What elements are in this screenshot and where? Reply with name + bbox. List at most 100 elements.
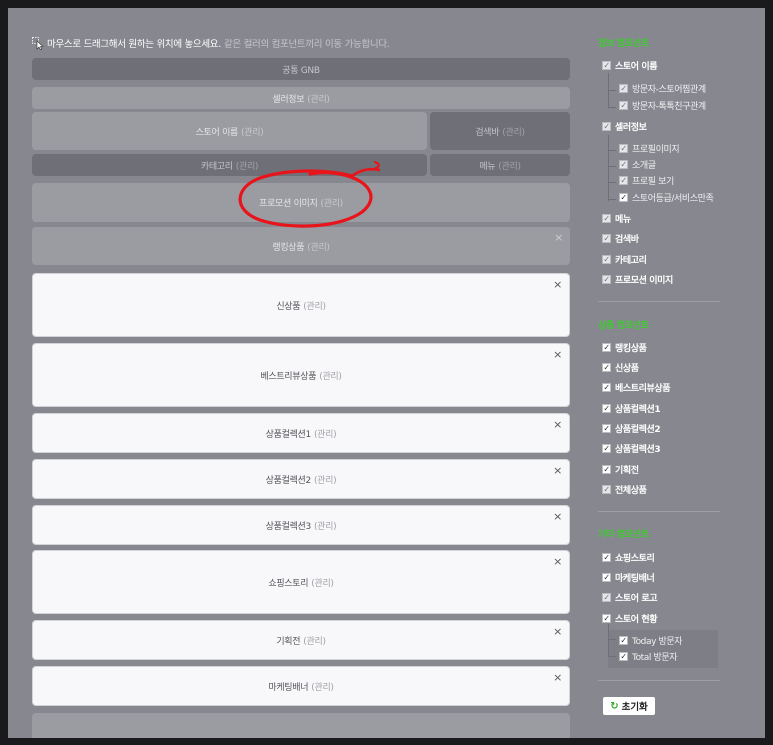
- manage-link[interactable]: (관리): [314, 519, 337, 532]
- checkbox-new[interactable]: ✓ 신상품: [602, 361, 639, 374]
- checkbox-all-products[interactable]: ✓ 전체상품: [602, 483, 647, 496]
- close-icon[interactable]: ×: [553, 419, 562, 430]
- checkbox-intro[interactable]: ✓ 소개글: [619, 158, 656, 171]
- checkbox-icon[interactable]: ✓: [619, 176, 628, 185]
- block-ranking-products[interactable]: 랭킹상품 (관리) ×: [32, 227, 570, 265]
- manage-link[interactable]: (관리): [311, 680, 334, 693]
- checkbox-label: 프로필 보기: [632, 177, 674, 187]
- checkbox-icon[interactable]: ✓: [602, 122, 611, 131]
- manage-link[interactable]: (관리): [321, 196, 344, 209]
- reset-button[interactable]: ↻ 초기화: [603, 697, 655, 715]
- block-collection3[interactable]: 상품컬렉션3 (관리) ×: [32, 505, 570, 545]
- block-menu[interactable]: 메뉴 (관리): [430, 154, 570, 176]
- block-next[interactable]: [32, 713, 570, 738]
- checkbox-icon[interactable]: ✓: [619, 84, 628, 93]
- block-promotion-image[interactable]: 프로모션 이미지 (관리): [32, 183, 570, 222]
- checkbox-icon[interactable]: ✓: [602, 553, 611, 562]
- checkbox-icon[interactable]: ✓: [602, 61, 611, 70]
- checkbox-label: 소개글: [632, 161, 656, 171]
- manage-link[interactable]: (관리): [307, 240, 330, 253]
- manage-link[interactable]: (관리): [319, 369, 342, 382]
- block-marketing-banner[interactable]: 마케팅배너 (관리) ×: [32, 666, 570, 706]
- checkbox-collection1[interactable]: ✓ 상품컬렉션1: [602, 402, 661, 415]
- checkbox-visitor-talk-friend[interactable]: ✓ 방문자-톡톡친구관계: [619, 99, 706, 112]
- drag-notice: 마우스로 드래그해서 원하는 위치에 놓으세요. 같은 컬러의 컴포넌트끼리 이…: [32, 35, 592, 51]
- checkbox-icon[interactable]: ✓: [602, 465, 611, 474]
- close-icon[interactable]: ×: [553, 279, 562, 290]
- checkbox-menu[interactable]: ✓ 메뉴: [602, 212, 631, 225]
- manage-link[interactable]: (관리): [314, 427, 337, 440]
- close-icon[interactable]: ×: [553, 465, 562, 476]
- checkbox-store-status[interactable]: ✓ 스토어 현황: [602, 612, 658, 625]
- checkbox-profile-view[interactable]: ✓ 프로필 보기: [619, 174, 674, 187]
- close-icon[interactable]: ×: [553, 511, 562, 522]
- close-icon[interactable]: ×: [553, 626, 562, 637]
- checkbox-best-review[interactable]: ✓ 베스트리뷰상품: [602, 381, 671, 394]
- checkbox-ranking[interactable]: ✓ 랭킹상품: [602, 341, 647, 354]
- block-category[interactable]: 카테고리 (관리): [32, 154, 427, 176]
- checkbox-icon[interactable]: ✓: [602, 383, 611, 392]
- manage-link[interactable]: (관리): [241, 125, 264, 138]
- close-icon[interactable]: ×: [553, 349, 562, 360]
- checkbox-search-bar[interactable]: ✓ 검색바: [602, 232, 639, 245]
- block-collection2[interactable]: 상품컬렉션2 (관리) ×: [32, 459, 570, 499]
- checkbox-icon[interactable]: ✓: [602, 343, 611, 352]
- checkbox-seller-info[interactable]: ✓ 셀러정보: [602, 120, 647, 133]
- checkbox-total-visitors[interactable]: ✓ Total 방문자: [619, 650, 678, 663]
- checkbox-collection2[interactable]: ✓ 상품컬렉션2: [602, 422, 661, 435]
- checkbox-icon[interactable]: ✓: [602, 255, 611, 264]
- manage-link[interactable]: (관리): [303, 634, 326, 647]
- close-icon[interactable]: ×: [554, 232, 563, 243]
- checkbox-icon[interactable]: ✓: [602, 275, 611, 284]
- checkbox-promotion-image[interactable]: ✓ 프로모션 이미지: [602, 273, 673, 286]
- block-search-bar[interactable]: 검색바 (관리): [430, 112, 570, 150]
- checkbox-collection3[interactable]: ✓ 상품컬렉션3: [602, 442, 661, 455]
- manage-link[interactable]: (관리): [307, 92, 330, 105]
- checkbox-icon[interactable]: ✓: [619, 144, 628, 153]
- block-new-products[interactable]: 신상품 (관리) ×: [32, 273, 570, 337]
- checkbox-icon[interactable]: ✓: [602, 593, 611, 602]
- checkbox-icon[interactable]: ✓: [619, 160, 628, 169]
- checkbox-icon[interactable]: ✓: [619, 636, 628, 645]
- checkbox-icon[interactable]: ✓: [602, 573, 611, 582]
- checkbox-icon[interactable]: ✓: [602, 485, 611, 494]
- checkbox-icon[interactable]: ✓: [602, 614, 611, 623]
- checkbox-today-visitors[interactable]: ✓ Today 방문자: [619, 634, 683, 647]
- block-special[interactable]: 기획전 (관리) ×: [32, 620, 570, 660]
- checkbox-icon[interactable]: ✓: [602, 424, 611, 433]
- checkbox-icon[interactable]: ✓: [602, 363, 611, 372]
- block-shopping-story[interactable]: 쇼핑스토리 (관리) ×: [32, 550, 570, 614]
- checkbox-profile-image[interactable]: ✓ 프로필이미지: [619, 142, 680, 155]
- block-seller-info[interactable]: 셀러정보 (관리): [32, 87, 570, 109]
- checkbox-label: 전체상품: [615, 486, 647, 496]
- checkbox-store-logo[interactable]: ✓ 스토어 로고: [602, 591, 658, 604]
- close-icon[interactable]: ×: [553, 672, 562, 683]
- checkbox-icon[interactable]: ✓: [619, 101, 628, 110]
- block-collection1[interactable]: 상품컬렉션1 (관리) ×: [32, 413, 570, 453]
- checkbox-category[interactable]: ✓ 카테고리: [602, 253, 647, 266]
- manage-link[interactable]: (관리): [502, 125, 525, 138]
- manage-link[interactable]: (관리): [236, 159, 259, 172]
- checkbox-special[interactable]: ✓ 기획전: [602, 463, 639, 476]
- manage-link[interactable]: (관리): [311, 576, 334, 589]
- close-icon[interactable]: ×: [553, 556, 562, 567]
- checkbox-store-name[interactable]: ✓ 스토어 이름: [602, 59, 658, 72]
- checkbox-visitor-store-relation[interactable]: ✓ 방문자-스토어찜관계: [619, 82, 706, 95]
- block-store-name[interactable]: 스토어 이름 (관리): [32, 112, 427, 150]
- block-gnb[interactable]: 공통 GNB: [32, 58, 570, 80]
- block-best-review[interactable]: 베스트리뷰상품 (관리) ×: [32, 343, 570, 407]
- checkbox-icon[interactable]: ✓: [602, 234, 611, 243]
- checkbox-icon[interactable]: ✓: [602, 404, 611, 413]
- checkbox-icon[interactable]: ✓: [619, 193, 628, 202]
- section-divider: [598, 680, 720, 681]
- manage-link[interactable]: (관리): [303, 299, 326, 312]
- checkbox-icon[interactable]: ✓: [602, 444, 611, 453]
- manage-link[interactable]: (관리): [314, 473, 337, 486]
- block-ranking-products-label: 랭킹상품: [272, 242, 305, 253]
- checkbox-icon[interactable]: ✓: [602, 214, 611, 223]
- manage-link[interactable]: (관리): [498, 159, 521, 172]
- checkbox-icon[interactable]: ✓: [619, 652, 628, 661]
- checkbox-shopping-story[interactable]: ✓ 쇼핑스토리: [602, 551, 655, 564]
- checkbox-store-grade[interactable]: ✓ 스토어등급/서비스만족: [619, 191, 714, 204]
- checkbox-marketing-banner[interactable]: ✓ 마케팅배너: [602, 571, 655, 584]
